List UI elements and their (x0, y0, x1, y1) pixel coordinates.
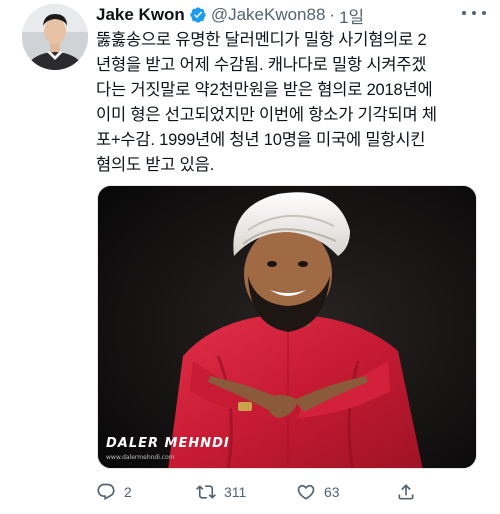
tweet-action-bar: 2 311 63 (96, 478, 426, 506)
retweet-button[interactable]: 311 (196, 482, 296, 502)
share-button[interactable] (396, 482, 426, 502)
like-count: 63 (324, 484, 340, 500)
tweet-text: 뚫훓송으로 유명한 달러멘디가 밀항 사기혐의로 2 년형을 받고 어제 수감됨… (96, 28, 488, 178)
tweet-text-line: 뚫훓송으로 유명한 달러멘디가 밀항 사기혐의로 2 (96, 31, 427, 49)
tweet-text-line: 이미 형은 선고되었지만 이번에 항소가 기각되며 체 (96, 106, 437, 124)
photo-daler-mehndi (98, 186, 476, 468)
tweet-header: Jake Kwon @JakeKwon88 · 1일 (96, 3, 364, 28)
tweet-timestamp[interactable]: 1일 (339, 3, 364, 28)
share-icon (398, 484, 414, 500)
tweet-media-image[interactable]: DALER MEHNDI www.dalermehndi.com (97, 185, 477, 469)
avatar-image (22, 4, 88, 70)
tweet-text-line: 년형을 받고 어제 수감됨. 캐나다로 밀항 시켜주겠 (96, 56, 427, 74)
more-options-icon[interactable] (462, 8, 486, 18)
like-button[interactable]: 63 (296, 482, 396, 502)
retweet-count: 311 (224, 484, 247, 500)
verified-badge-icon (190, 7, 206, 23)
image-watermark: DALER MEHNDI (106, 436, 230, 451)
tweet-text-line: 혐의도 받고 있음. (96, 156, 215, 174)
tweet-text-line: 포+수감. 1999년에 청년 10명을 미국에 밀항시킨 (96, 131, 426, 149)
retweet-icon (196, 485, 216, 499)
heart-icon (297, 484, 315, 500)
author-name[interactable]: Jake Kwon (96, 5, 185, 25)
separator-dot: · (329, 5, 336, 24)
tweet-text-line: 다는 거짓말로 약2천만원을 받은 혐의로 2018년에 (96, 81, 433, 99)
reply-icon (97, 483, 115, 501)
reply-button[interactable]: 2 (96, 482, 196, 502)
image-watermark-url: www.dalermehndi.com (106, 454, 175, 461)
reply-count: 2 (124, 484, 132, 500)
author-handle[interactable]: @JakeKwon88 (211, 5, 326, 25)
author-avatar[interactable] (22, 4, 88, 70)
